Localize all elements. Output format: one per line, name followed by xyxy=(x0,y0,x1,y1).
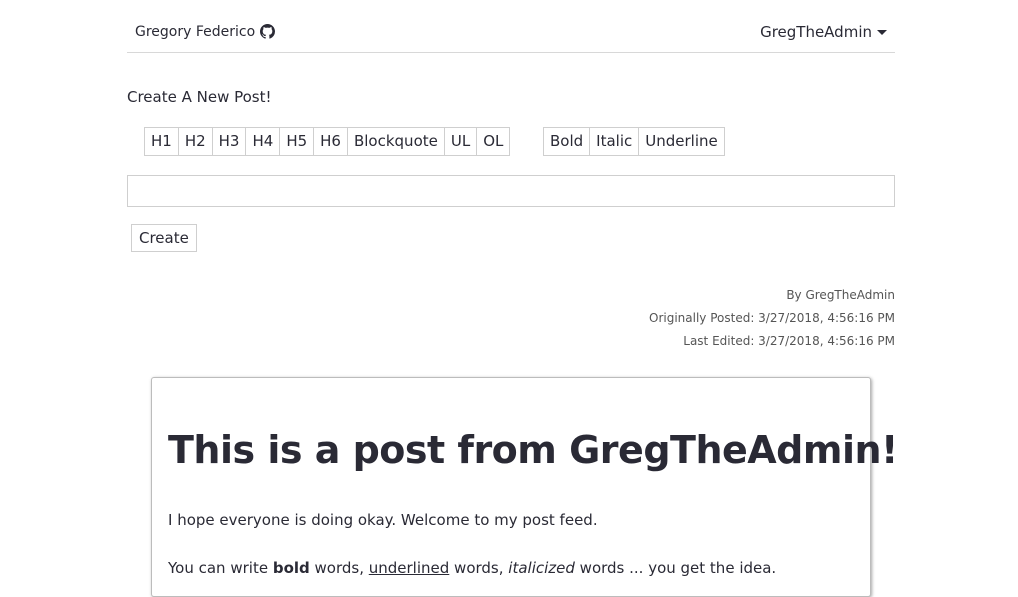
post-text: You can write xyxy=(168,559,273,577)
navbar: Gregory Federico GregTheAdmin xyxy=(127,12,895,53)
create-button[interactable]: Create xyxy=(131,224,197,252)
post-edited-date: Last Edited: 3/27/2018, 4:56:16 PM xyxy=(683,334,895,348)
post-paragraph: I hope everyone is doing okay. Welcome t… xyxy=(168,511,598,529)
user-menu-dropdown[interactable]: GregTheAdmin xyxy=(760,23,887,41)
italic-button[interactable]: Italic xyxy=(590,128,640,155)
post-author: By GregTheAdmin xyxy=(786,288,895,302)
brand-link[interactable]: Gregory Federico xyxy=(135,24,255,40)
underline-button[interactable]: Underline xyxy=(639,128,723,155)
ordered-list-button[interactable]: OL xyxy=(477,128,509,155)
user-menu-label: GregTheAdmin xyxy=(760,23,872,41)
blockquote-button[interactable]: Blockquote xyxy=(348,128,445,155)
underlined-text: underlined xyxy=(368,559,450,577)
create-post-heading: Create A New Post! xyxy=(127,88,272,106)
h2-button[interactable]: H2 xyxy=(179,128,213,155)
github-icon[interactable] xyxy=(260,24,275,39)
h5-button[interactable]: H5 xyxy=(280,128,315,155)
post-editor-input[interactable] xyxy=(127,175,895,207)
caret-down-icon xyxy=(877,29,887,35)
bold-button[interactable]: Bold xyxy=(544,128,591,155)
heading-toolbar: H1 H2 H3 H4 H5 H6 Blockquote UL OL xyxy=(144,127,511,156)
post-paragraph: You can write bold words, underlined wor… xyxy=(168,559,776,577)
post-title: This is a post from GregTheAdmin! xyxy=(168,428,898,472)
post-posted-date: Originally Posted: 3/27/2018, 4:56:16 PM xyxy=(649,311,895,325)
bold-text: bold xyxy=(272,559,310,577)
unordered-list-button[interactable]: UL xyxy=(445,128,478,155)
h4-button[interactable]: H4 xyxy=(246,128,281,155)
post-text: words, xyxy=(309,559,369,577)
post-text: words, xyxy=(449,559,509,577)
post-text: words ... you get the idea. xyxy=(574,559,777,577)
post-card: This is a post from GregTheAdmin! I hope… xyxy=(151,377,898,597)
h3-button[interactable]: H3 xyxy=(213,128,247,155)
italic-text: italicized xyxy=(508,559,575,577)
style-toolbar: Bold Italic Underline xyxy=(543,127,725,156)
h1-button[interactable]: H1 xyxy=(145,128,179,155)
h6-button[interactable]: H6 xyxy=(314,128,348,155)
